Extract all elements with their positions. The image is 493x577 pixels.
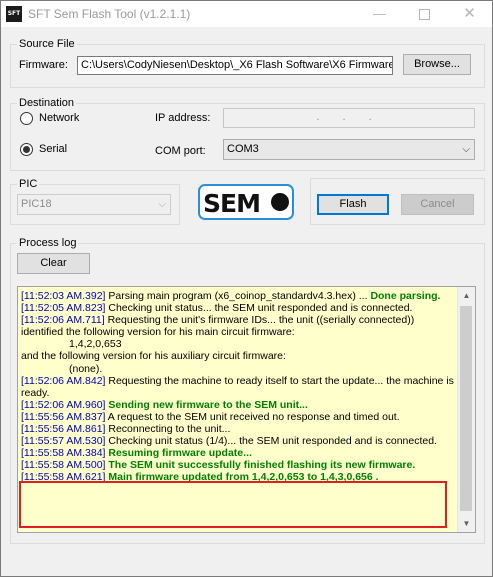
app-icon: SFT (6, 6, 22, 22)
close-button[interactable]: ✕ (447, 1, 492, 27)
log-line: [11:52:06 AM.960] Sending new firmware t… (21, 398, 308, 411)
pic-value: PIC18 (21, 198, 52, 210)
source-file-legend: Source File (19, 38, 75, 50)
chevron-down-icon: ⌵ (158, 199, 166, 210)
log-line: [11:52:06 AM.711] Requesting the unit's … (21, 314, 415, 339)
window-title: SFT Sem Flash Tool (v1.2.1.1) (28, 7, 191, 21)
sem-logo: SEM (198, 184, 294, 220)
log-line: [11:55:58 AM.621] Main firmware updated … (21, 471, 379, 484)
log-line: [11:52:03 AM.392] Parsing main program (… (21, 290, 441, 302)
process-log-legend: Process log (19, 237, 77, 249)
process-log-textarea[interactable]: [11:52:03 AM.392] Parsing main program (… (17, 286, 476, 533)
cancel-button[interactable]: Cancel (401, 194, 474, 215)
chevron-down-icon: ⌵ (462, 144, 470, 155)
log-line: [11:55:56 AM.837] A request to the SEM u… (21, 410, 400, 423)
clear-button[interactable]: Clear (17, 253, 90, 274)
maximize-icon (419, 9, 430, 21)
log-line: 1,4,2,0,653 (69, 338, 122, 351)
scroll-up-icon[interactable]: ▲ (458, 287, 475, 304)
log-line: [11:55:57 AM.530] Checking unit status (… (21, 435, 437, 448)
network-radio[interactable] (20, 112, 33, 125)
ip-address-input: . . . (223, 108, 475, 128)
log-line: (none). (69, 362, 103, 375)
com-port-select[interactable]: COM3 ⌵ (223, 139, 475, 160)
firmware-path-input[interactable]: C:\Users\CodyNiesen\Desktop\_X6 Flash So… (77, 56, 393, 75)
sem-logo-text: SEM (203, 189, 260, 218)
log-line: [11:52:05 AM.823] Checking unit status..… (21, 302, 413, 315)
destination-legend: Destination (19, 97, 75, 109)
serial-label[interactable]: Serial (39, 143, 67, 155)
log-line: [11:55:58 AM.500] The SEM unit successfu… (21, 459, 416, 472)
firmware-label: Firmware: (19, 59, 68, 71)
log-line: [11:52:06 AM.842] Requesting the machine… (21, 374, 454, 399)
close-icon: ✕ (463, 5, 476, 22)
log-scrollbar[interactable]: ▲ ▼ (457, 287, 475, 532)
title-bar[interactable]: SFT SFT Sem Flash Tool (v1.2.1.1) — ✕ (1, 1, 492, 27)
ip-address-label: IP address: (155, 112, 211, 124)
log-line: [11:55:58 AM.384] Resuming firmware upda… (21, 447, 252, 460)
pic-legend: PIC (19, 178, 38, 190)
flash-button[interactable]: Flash (317, 194, 389, 215)
network-label[interactable]: Network (39, 112, 79, 124)
log-line: [11:55:56 AM.861] Reconnecting to the un… (21, 423, 231, 436)
com-port-value: COM3 (227, 143, 259, 155)
minimize-icon: — (373, 6, 386, 21)
process-log-content: [11:52:03 AM.392] Parsing main program (… (18, 287, 459, 484)
minimize-button[interactable]: — (357, 1, 402, 27)
log-line: and the following version for his auxili… (21, 350, 286, 363)
scroll-down-icon[interactable]: ▼ (458, 515, 475, 532)
com-port-label: COM port: (155, 145, 206, 157)
maximize-button[interactable] (402, 1, 447, 27)
ip-address-dots: . . . (316, 111, 382, 123)
pic-select[interactable]: PIC18 ⌵ (17, 194, 171, 215)
serial-radio[interactable] (20, 143, 33, 156)
browse-button[interactable]: Browse... (403, 54, 471, 75)
scrollbar-thumb[interactable] (460, 306, 472, 511)
